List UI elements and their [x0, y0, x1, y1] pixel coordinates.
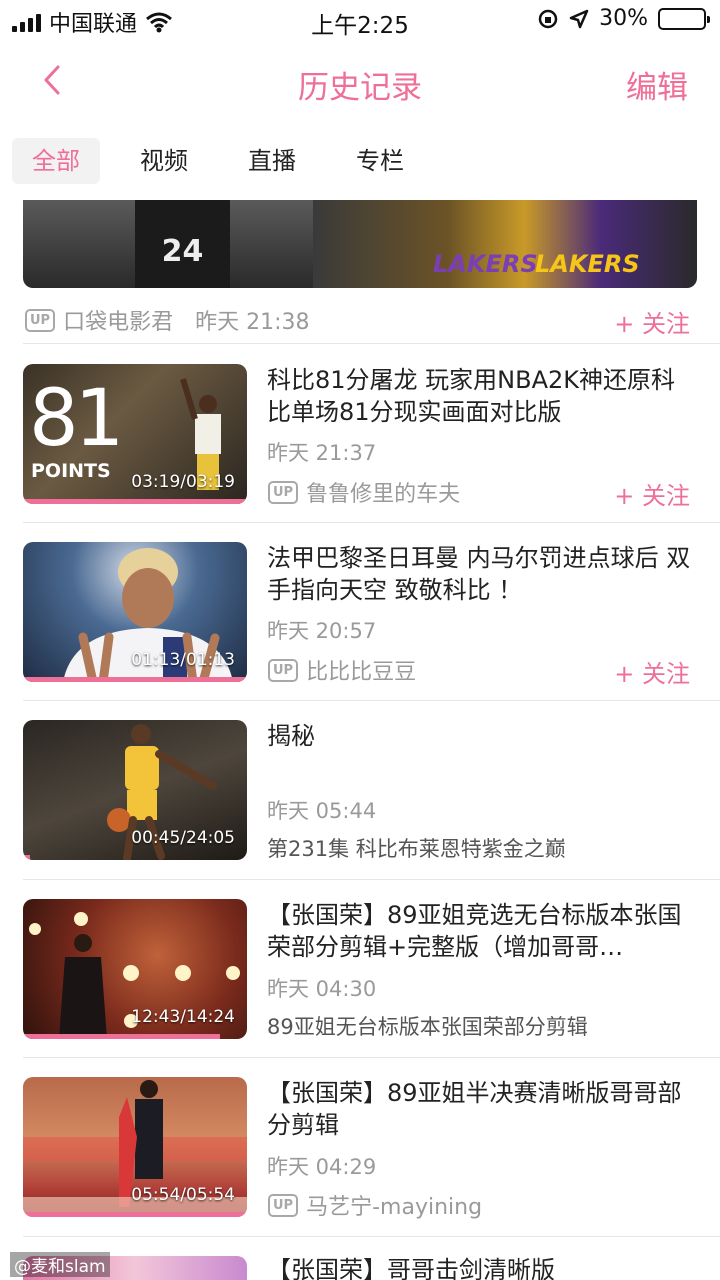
uploader-name[interactable]: 马艺宁-mayining — [306, 1189, 482, 1221]
up-badge: UP — [268, 480, 299, 504]
status-right: 30% — [537, 6, 710, 31]
video-duration: 03:19/03:19 — [131, 472, 235, 492]
divider — [23, 1057, 720, 1058]
divider — [23, 1236, 720, 1237]
tab-all[interactable]: 全部 — [12, 138, 100, 184]
follow-button[interactable]: + 关注 — [614, 304, 690, 339]
team-text: LAKERS — [535, 250, 640, 278]
uploader-row: UP 比比比豆豆 — [268, 654, 416, 686]
up-badge: UP — [25, 308, 56, 332]
uploader-name[interactable]: 口袋电影君 — [63, 304, 173, 336]
overlay-number: 81 — [29, 374, 124, 464]
uploader-name[interactable]: 比比比豆豆 — [306, 654, 416, 686]
up-badge: UP — [268, 1193, 299, 1217]
video-duration: 00:45/24:05 — [131, 828, 235, 848]
tab-live[interactable]: 直播 — [228, 138, 316, 184]
list-item[interactable]: 12:43/14:24 【张国荣】89亚姐竞选无台标版本张国荣部分剪辑+完整版（… — [0, 899, 720, 1059]
video-title[interactable]: 【张国荣】89亚姐半决赛清晰版哥哥部分剪辑 — [267, 1077, 697, 1141]
video-title[interactable]: 科比81分屠龙 玩家用NBA2K神还原科比单场81分现实画面对比版 — [267, 364, 697, 428]
video-thumbnail[interactable]: 24 LAKERS LAKERS — [23, 200, 697, 288]
video-thumbnail[interactable]: 12:43/14:24 — [23, 899, 247, 1039]
video-thumbnail[interactable]: 05:54/05:54 — [23, 1077, 247, 1217]
follow-button[interactable]: + 关注 — [614, 654, 690, 689]
uploader-row: UP 马艺宁-mayining — [268, 1189, 482, 1221]
uploader-row: UP 口袋电影君 昨天 21:38 — [25, 304, 310, 336]
rotation-lock-icon — [538, 9, 558, 28]
watch-progress — [23, 1212, 247, 1217]
video-title[interactable]: 法甲巴黎圣日耳曼 内马尔罚进点球后 双手指向天空 致敬科比 ！ — [267, 542, 697, 606]
video-title[interactable]: 【张国荣】89亚姐竞选无台标版本张国荣部分剪辑+完整版（增加哥哥… — [267, 899, 697, 963]
watch-time: 昨天 04:30 — [267, 977, 377, 1001]
divider — [23, 879, 720, 880]
episode-label: 第231集 科比布莱恩特紫金之巅 — [267, 837, 566, 861]
jersey-number: 24 — [135, 200, 230, 288]
nav-bar: 历史记录 编辑 — [0, 44, 720, 120]
list-item[interactable]: 05:54/05:54 【张国荣】89亚姐半决赛清晰版哥哥部分剪辑 昨天 04:… — [0, 1077, 720, 1237]
video-duration: 05:54/05:54 — [131, 1185, 235, 1205]
battery-icon — [658, 7, 710, 30]
divider — [23, 700, 720, 701]
watch-time: 昨天 05:44 — [267, 799, 377, 823]
location-icon — [569, 9, 589, 28]
divider — [23, 343, 720, 344]
list-item[interactable]: 00:45/24:05 揭秘 昨天 05:44 第231集 科比布莱恩特紫金之巅 — [0, 720, 720, 880]
list-item[interactable]: 81 POINTS 03:19/03:19 科比81分屠龙 玩家用NBA2K神还… — [0, 364, 720, 524]
watch-progress — [23, 855, 30, 860]
divider — [23, 522, 720, 523]
battery-percent: 30% — [599, 6, 648, 31]
video-thumbnail[interactable]: 01:13/01:13 — [23, 542, 247, 682]
video-duration: 12:43/14:24 — [131, 1007, 235, 1027]
tab-column[interactable]: 专栏 — [336, 138, 424, 184]
video-title[interactable]: 揭秘 — [267, 720, 697, 752]
list-item[interactable]: 01:13/01:13 法甲巴黎圣日耳曼 内马尔罚进点球后 双手指向天空 致敬科… — [0, 542, 720, 702]
team-text: LAKERS — [433, 250, 538, 278]
filter-tabs: 全部 视频 直播 专栏 — [12, 138, 424, 184]
up-badge: UP — [268, 658, 299, 682]
edit-button[interactable]: 编辑 — [626, 62, 688, 107]
video-thumbnail[interactable]: 00:45/24:05 — [23, 720, 247, 860]
page-title: 历史记录 — [298, 70, 422, 106]
watch-time: 昨天 20:57 — [267, 619, 377, 643]
watermark: @麦和slam — [10, 1252, 110, 1277]
watch-time: 昨天 21:38 — [195, 310, 310, 335]
watch-time: 昨天 21:37 — [267, 441, 377, 465]
video-title[interactable]: 【张国荣】哥哥击剑清晰版 — [267, 1250, 555, 1280]
thumbnail-crowd-image: 24 — [23, 200, 313, 288]
video-subtitle: 89亚姐无台标版本张国荣部分剪辑 — [267, 1015, 588, 1039]
watch-time: 昨天 04:29 — [267, 1155, 377, 1179]
watch-progress — [23, 677, 247, 682]
overlay-points-label: POINTS — [31, 460, 111, 482]
follow-button[interactable]: + 关注 — [614, 476, 690, 511]
tab-video[interactable]: 视频 — [120, 138, 208, 184]
watch-progress — [23, 1034, 221, 1039]
thumbnail-lakers-image: LAKERS LAKERS — [313, 200, 697, 288]
uploader-row: UP 鲁鲁修里的车夫 — [268, 476, 460, 508]
video-thumbnail[interactable]: 81 POINTS 03:19/03:19 — [23, 364, 247, 504]
uploader-name[interactable]: 鲁鲁修里的车夫 — [306, 476, 460, 508]
status-bar: 中国联通 上午2:25 30% — [0, 0, 720, 40]
watch-progress — [23, 499, 247, 504]
video-duration: 01:13/01:13 — [131, 650, 235, 670]
